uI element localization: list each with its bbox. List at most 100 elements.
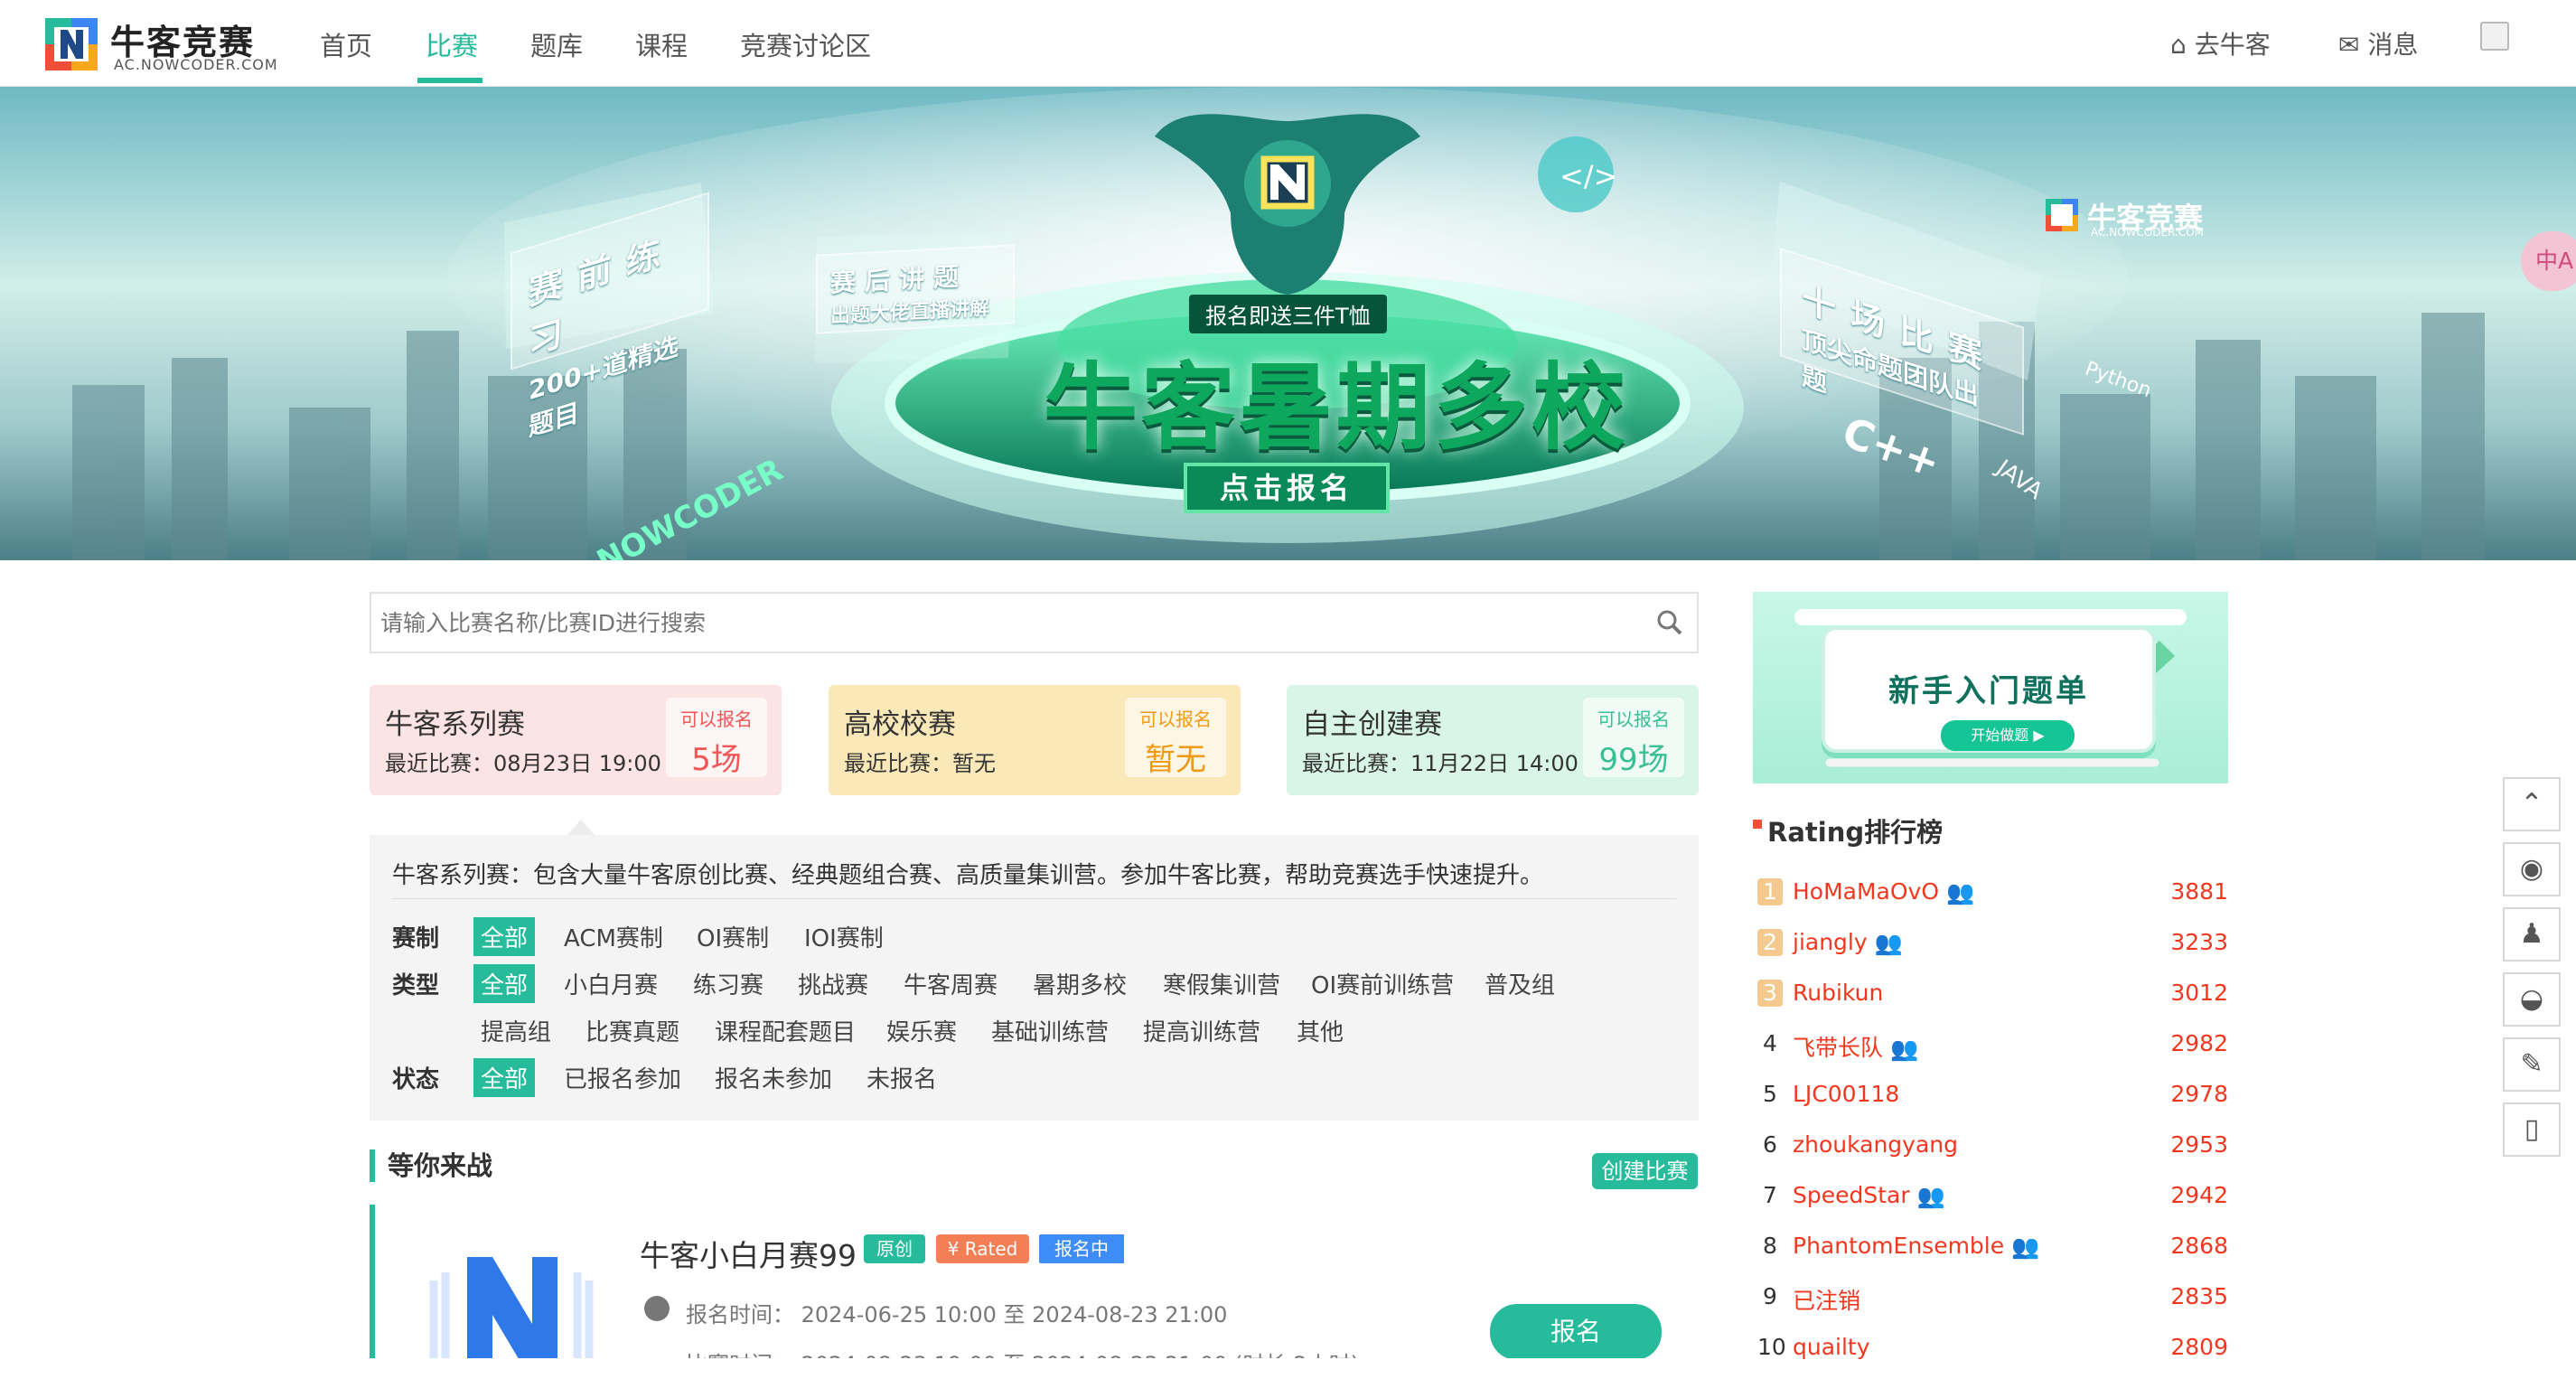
wechat-icon[interactable]: ◒	[2503, 972, 2561, 1027]
format-label: 赛制	[392, 925, 440, 952]
weibo-icon[interactable]: ◉	[2503, 842, 2561, 896]
user-avatar[interactable]	[2480, 22, 2509, 51]
nav-contests[interactable]: 比赛	[426, 25, 478, 63]
rating-row[interactable]: 5 LJC00118 2978	[1753, 1081, 2228, 1126]
custom-card-badge: 可以报名 99场	[1583, 698, 1684, 778]
contest-search-input[interactable]	[380, 610, 1609, 636]
format-oi[interactable]: OI赛制	[689, 917, 776, 956]
banner-signup-button[interactable]: 点击报名	[1184, 463, 1390, 513]
type-challenge[interactable]: 挑战赛	[791, 964, 876, 1003]
type-beginner-monthly[interactable]: 小白月赛	[557, 964, 665, 1003]
rated-tag-label: Rated	[964, 1238, 1018, 1260]
rank-user-name[interactable]: HoMaMaOvO 👥	[1793, 878, 1974, 905]
search-icon[interactable]	[1655, 608, 1684, 637]
site-domain: AC.NOWCODER.COM	[114, 56, 278, 73]
type-all[interactable]: 全部	[473, 964, 536, 1003]
go-nowcoder-link[interactable]: ⌂ 去牛客	[2170, 25, 2271, 61]
rank-user-name-text: PhantomEnsemble	[1793, 1233, 2005, 1259]
qq-icon[interactable]: ♟	[2503, 907, 2561, 962]
beginner-problem-list-promo[interactable]: 新手入门题单 开始做题 ▶	[1753, 592, 2228, 783]
rank-score: 2942	[2170, 1182, 2228, 1208]
nowcoder-series-card[interactable]: 牛客系列赛 最近比赛：08月23日 19:00 可以报名 5场	[370, 685, 782, 795]
type-oi-camp[interactable]: OI赛前训练营	[1304, 964, 1461, 1003]
nowcoder-logo-icon[interactable]	[45, 18, 98, 70]
rating-row[interactable]: 1 HoMaMaOvO 👥 3881	[1753, 878, 2228, 924]
type-entertainment[interactable]: 娱乐赛	[879, 1011, 964, 1050]
rank-score: 2868	[2170, 1233, 2228, 1259]
rank-number: 4	[1763, 1030, 1777, 1056]
rank-user-name[interactable]: quailty	[1793, 1334, 1870, 1360]
rank-user-name[interactable]: jiangly 👥	[1793, 929, 1903, 956]
status-registered-not-joined[interactable]: 报名未参加	[707, 1058, 839, 1097]
rated-tag: ¥ Rated	[936, 1234, 1029, 1263]
format-all[interactable]: 全部	[473, 917, 536, 956]
type-practice[interactable]: 练习赛	[686, 964, 771, 1003]
rating-row[interactable]: 8 PhantomEnsemble 👥 2868	[1753, 1233, 2228, 1278]
rank-score: 2953	[2170, 1131, 2228, 1158]
banner-logo-icon	[2046, 199, 2078, 231]
rating-row[interactable]: 10 quailty 2809	[1753, 1334, 2228, 1379]
format-acm[interactable]: ACM赛制	[557, 917, 670, 956]
messages-link[interactable]: ✉ 消息	[2338, 25, 2418, 61]
contest-title[interactable]: 牛客小白月赛99	[640, 1232, 857, 1275]
series-badge-count: 5场	[691, 742, 742, 778]
translate-button[interactable]: 中A	[2521, 231, 2576, 291]
type-advanced[interactable]: 提高组	[473, 1011, 558, 1050]
rank-number: 2	[1757, 929, 1783, 956]
type-basic-camp[interactable]: 基础训练营	[984, 1011, 1116, 1050]
feedback-pencil-icon[interactable]: ✎	[2503, 1037, 2561, 1092]
type-real-contests[interactable]: 比赛真题	[578, 1011, 687, 1050]
rank-number: 3	[1757, 980, 1783, 1007]
banner-gift-text: 报名即送三件T恤	[1189, 295, 1387, 333]
nav-discussion[interactable]: 竞赛讨论区	[740, 25, 871, 63]
type-other[interactable]: 其他	[1289, 1011, 1351, 1050]
campus-badge-label: 可以报名	[1139, 708, 1212, 730]
nav-problems[interactable]: 题库	[530, 25, 583, 63]
contest-list-item[interactable]: 牛客小白月赛99 原创 ¥ Rated 报名中 报名时间： 2024-06-25…	[370, 1205, 1699, 1358]
type-summer-multi[interactable]: 暑期多校	[1026, 964, 1134, 1003]
rating-row[interactable]: 9 已注销 2835	[1753, 1283, 2228, 1328]
create-contest-button[interactable]: 创建比赛	[1592, 1153, 1698, 1189]
rank-user-name[interactable]: PhantomEnsemble 👥	[1793, 1233, 2039, 1260]
contest-search-bar[interactable]	[370, 592, 1699, 653]
rank-user-name[interactable]: 飞带长队 👥	[1793, 1030, 1918, 1063]
type-winter-camp[interactable]: 寒假集训营	[1156, 964, 1288, 1003]
status-registered[interactable]: 已报名参加	[557, 1058, 688, 1097]
rank-user-name[interactable]: LJC00118	[1793, 1081, 1899, 1107]
type-course-problems[interactable]: 课程配套题目	[707, 1011, 863, 1050]
campus-card-title: 高校校赛	[844, 708, 956, 741]
registration-status-tag: 报名中	[1039, 1234, 1124, 1263]
status-not-registered[interactable]: 未报名	[859, 1058, 944, 1097]
rating-row[interactable]: 4 飞带长队 👥 2982	[1753, 1030, 2228, 1075]
promo-start-button[interactable]: 开始做题 ▶	[1941, 720, 2075, 751]
rank-user-name[interactable]: SpeedStar 👥	[1793, 1182, 1945, 1209]
rank-user-name-text: HoMaMaOvO	[1793, 878, 1940, 905]
promo-title: 新手入门题单	[1888, 673, 2089, 709]
series-card-title: 牛客系列赛	[385, 708, 525, 741]
campus-contest-card[interactable]: 高校校赛 最近比赛：暂无 可以报名 暂无	[829, 685, 1241, 795]
rank-number: 5	[1763, 1081, 1777, 1107]
type-advanced-camp[interactable]: 提高训练营	[1136, 1011, 1268, 1050]
custom-contest-card[interactable]: 自主创建赛 最近比赛：11月22日 14:00 可以报名 99场	[1287, 685, 1699, 795]
format-ioi[interactable]: IOI赛制	[797, 917, 891, 956]
type-junior[interactable]: 普及组	[1477, 964, 1562, 1003]
messages-label: 消息	[2367, 30, 2419, 60]
back-to-top-icon[interactable]: ⌃	[2503, 777, 2561, 831]
nav-home[interactable]: 首页	[320, 25, 372, 63]
banner-title: 牛客暑期多校	[1044, 352, 1630, 463]
status-all[interactable]: 全部	[473, 1058, 536, 1097]
rating-row[interactable]: 6 zhoukangyang 2953	[1753, 1131, 2228, 1177]
rank-score: 3012	[2170, 980, 2228, 1006]
mobile-icon[interactable]: ▯	[2503, 1102, 2561, 1157]
rank-user-name[interactable]: zhoukangyang	[1793, 1131, 1958, 1158]
nav-courses[interactable]: 课程	[635, 25, 688, 63]
type-weekly[interactable]: 牛客周赛	[896, 964, 1005, 1003]
rank-user-name[interactable]: 已注销	[1793, 1283, 1860, 1316]
rating-row[interactable]: 7 SpeedStar 👥 2942	[1753, 1182, 2228, 1227]
rating-row[interactable]: 2 jiangly 👥 3233	[1753, 929, 2228, 974]
rating-row[interactable]: 3 Rubikun 3012	[1753, 980, 2228, 1025]
contest-signup-button[interactable]: 报名	[1490, 1304, 1662, 1358]
svg-text:</>: </>	[1560, 159, 1617, 193]
rank-user-name[interactable]: Rubikun	[1793, 980, 1883, 1006]
summer-contest-banner[interactable]: </> 赛前练习 200+道精选题目 赛后讲题 出题大佬直播讲解 十场比赛 顶尖…	[0, 87, 2576, 560]
